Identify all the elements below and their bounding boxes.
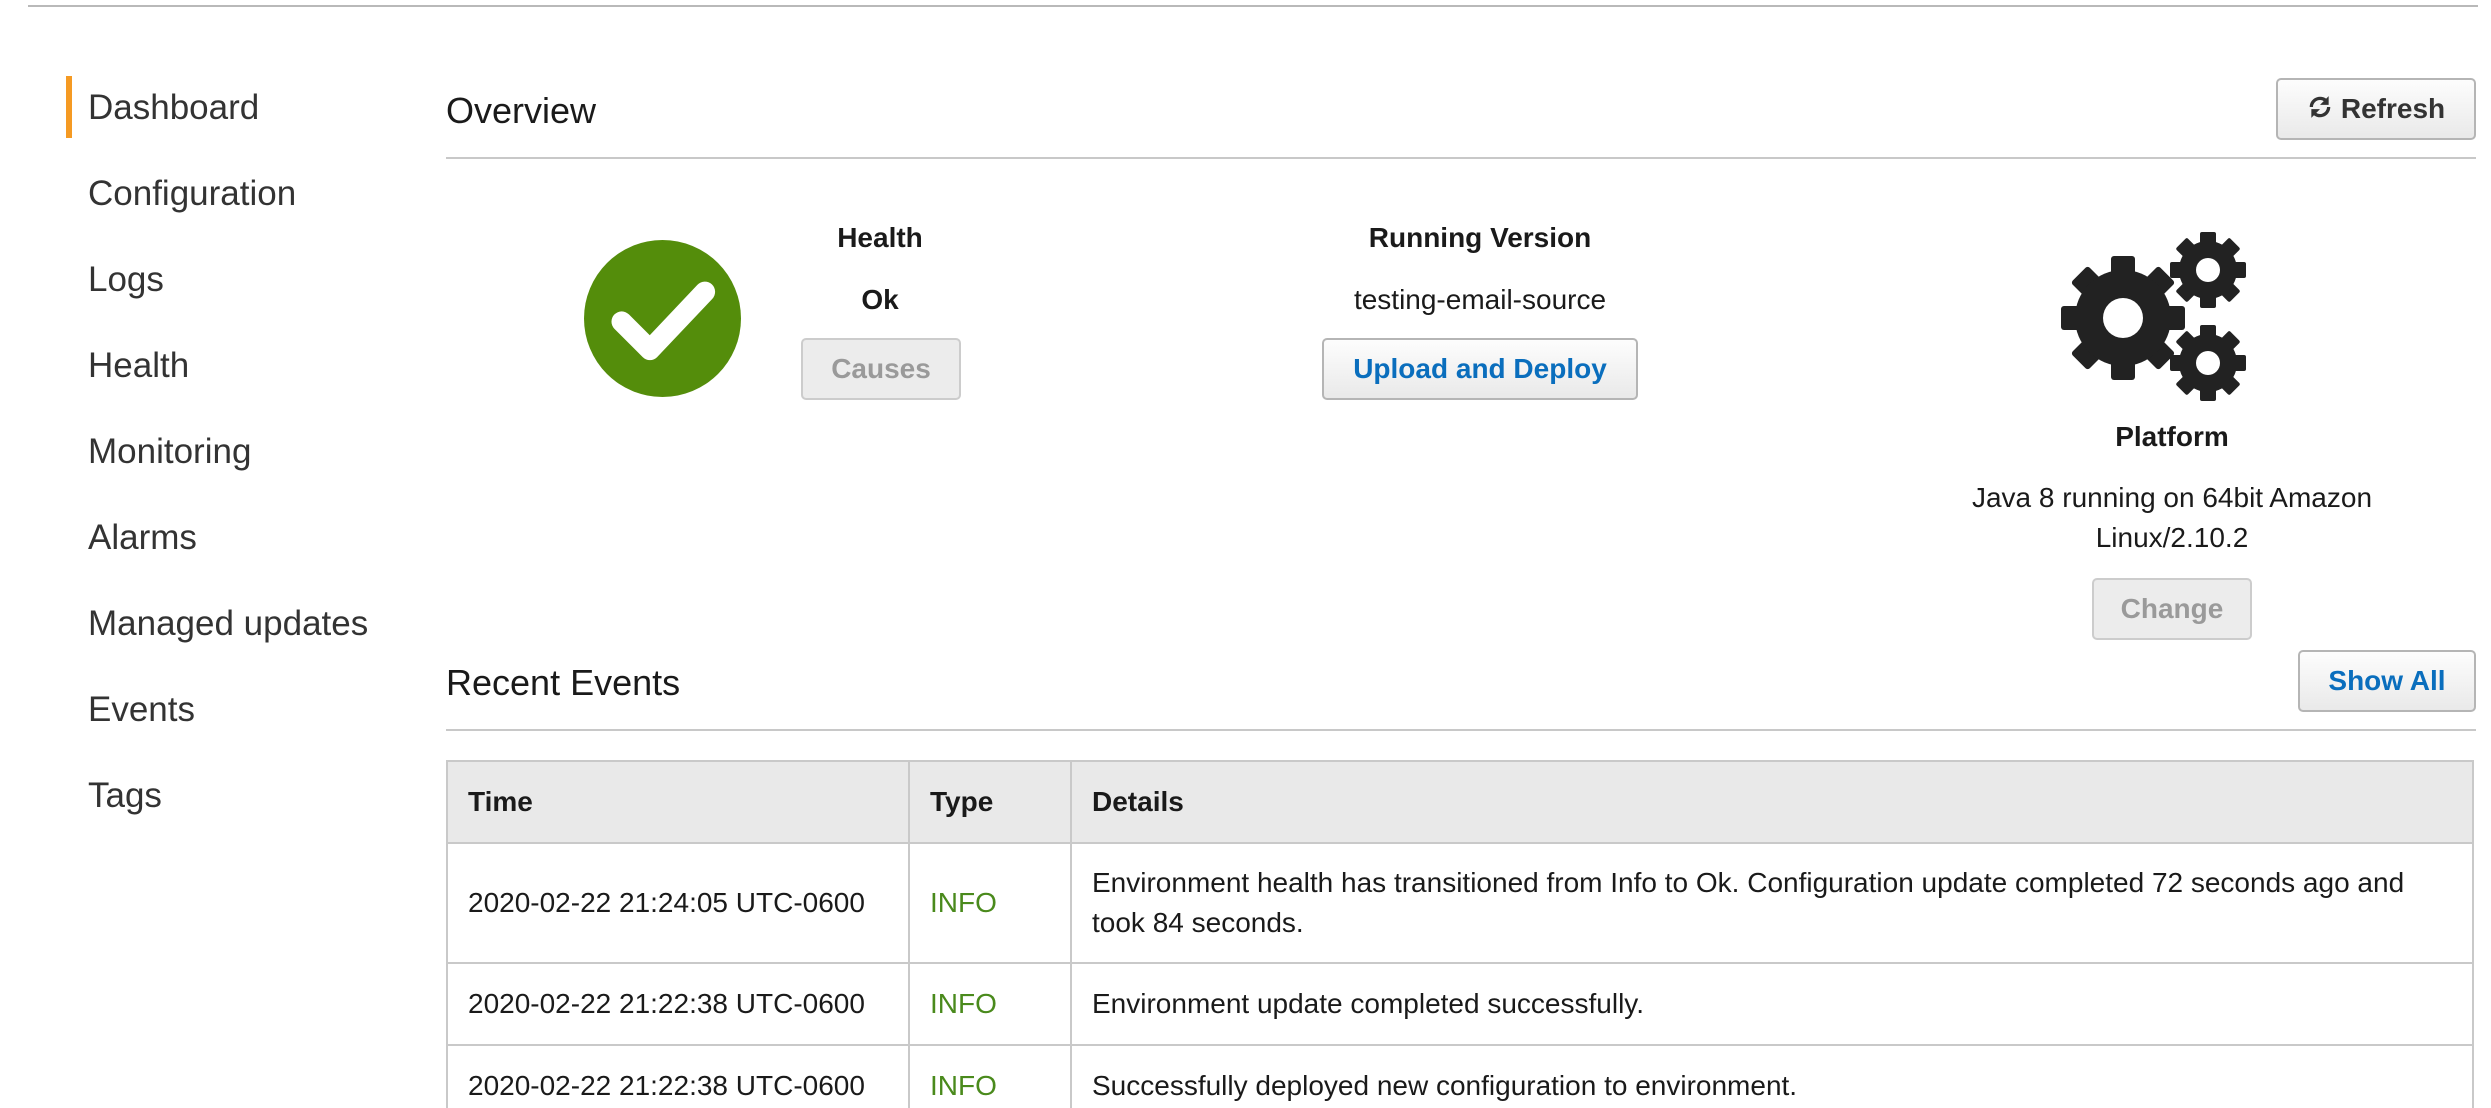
- column-header-type[interactable]: Type: [908, 760, 1072, 844]
- events-table: Time Type Details 2020-02-22 21:24:05 UT…: [446, 760, 2474, 1108]
- sidebar-item-events[interactable]: Events: [66, 674, 396, 760]
- refresh-button[interactable]: Refresh: [2276, 78, 2476, 140]
- event-type: INFO: [908, 842, 1072, 964]
- sidebar-item-dashboard[interactable]: Dashboard: [66, 72, 396, 158]
- causes-button[interactable]: Causes: [801, 338, 961, 400]
- event-time: 2020-02-22 21:22:38 UTC-0600: [446, 962, 910, 1046]
- event-time: 2020-02-22 21:24:05 UTC-0600: [446, 842, 910, 964]
- refresh-label: Refresh: [2340, 93, 2446, 124]
- recent-events-title: Recent Events: [446, 662, 681, 703]
- sidebar-item-logs[interactable]: Logs: [66, 244, 396, 330]
- show-all-button[interactable]: Show All: [2298, 650, 2476, 712]
- event-details: Environment update completed successfull…: [1070, 962, 2474, 1046]
- health-status: Ok: [861, 284, 899, 315]
- sidebar-item-alarms[interactable]: Alarms: [66, 502, 396, 588]
- table-row: 2020-02-22 21:22:38 UTC-0600 INFO Succes…: [446, 1044, 2474, 1108]
- table-header-row: Time Type Details: [446, 760, 2474, 844]
- sidebar-item-monitoring[interactable]: Monitoring: [66, 416, 396, 502]
- platform-heading: Platform: [2115, 421, 2229, 452]
- change-platform-button[interactable]: Change: [2092, 578, 2252, 640]
- sidebar-item-configuration[interactable]: Configuration: [66, 158, 396, 244]
- platform-value-line2: Linux/2.10.2: [2095, 522, 2249, 553]
- overview-divider: [446, 157, 2476, 159]
- running-version-heading: Running Version: [1368, 222, 1592, 253]
- refresh-icon: [2307, 82, 2333, 140]
- upload-deploy-button[interactable]: Upload and Deploy: [1322, 338, 1638, 400]
- platform-value-line1: Java 8 running on 64bit Amazon: [1971, 482, 2373, 513]
- column-header-time[interactable]: Time: [446, 760, 910, 844]
- page: Dashboard Configuration Logs Health Moni…: [0, 0, 2491, 1108]
- table-row: 2020-02-22 21:22:38 UTC-0600 INFO Enviro…: [446, 962, 2474, 1046]
- column-header-details[interactable]: Details: [1070, 760, 2474, 844]
- running-version-value: testing-email-source: [1353, 284, 1607, 315]
- overview-title: Overview: [446, 90, 597, 131]
- gears-icon: [2058, 230, 2253, 405]
- sidebar-item-managed-updates[interactable]: Managed updates: [66, 588, 396, 674]
- event-type: INFO: [908, 1044, 1072, 1108]
- health-check-icon: [584, 240, 741, 397]
- top-divider: [28, 5, 2478, 7]
- sidebar-item-health[interactable]: Health: [66, 330, 396, 416]
- sidebar-item-tags[interactable]: Tags: [66, 760, 396, 846]
- event-time: 2020-02-22 21:22:38 UTC-0600: [446, 1044, 910, 1108]
- sidebar-nav: Dashboard Configuration Logs Health Moni…: [66, 72, 396, 846]
- events-divider: [446, 729, 2476, 731]
- event-type: INFO: [908, 962, 1072, 1046]
- event-details: Successfully deployed new configuration …: [1070, 1044, 2474, 1108]
- event-details: Environment health has transitioned from…: [1070, 842, 2474, 964]
- table-row: 2020-02-22 21:24:05 UTC-0600 INFO Enviro…: [446, 842, 2474, 964]
- health-heading: Health: [837, 222, 923, 253]
